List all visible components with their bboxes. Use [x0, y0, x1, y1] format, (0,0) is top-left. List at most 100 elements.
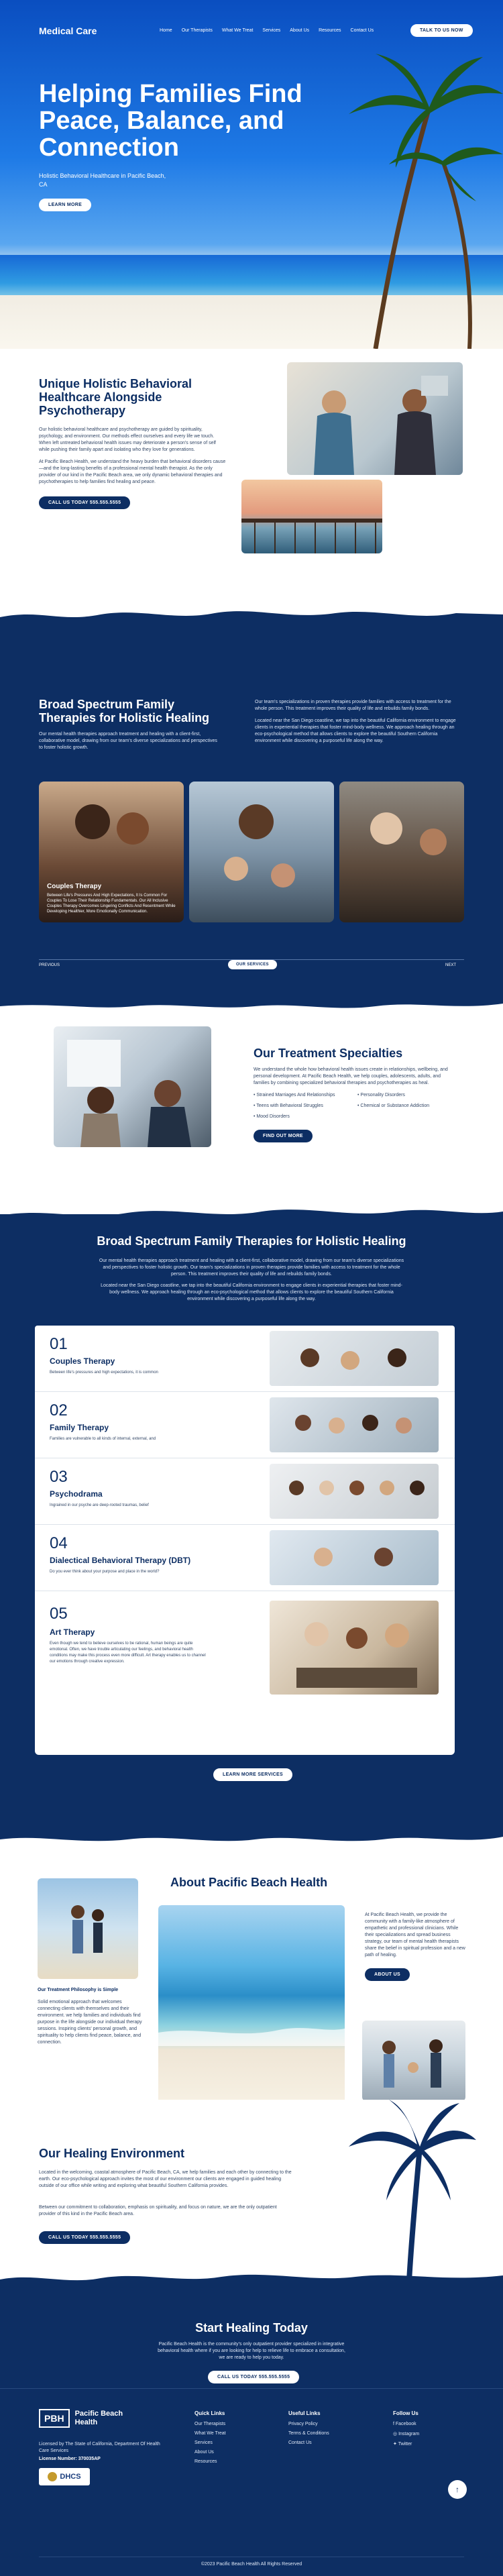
service-card-senior[interactable] [339, 782, 464, 922]
start-title-a: Start Healing [195, 2321, 270, 2334]
counseling-illustration [67, 1040, 191, 1147]
therapy-name: Family Therapy [50, 1423, 109, 1432]
spectrum-paragraph-left: Our mental health therapies approach tre… [39, 732, 217, 750]
therapies-title: Broad Spectrum Family Therapies for Holi… [0, 1234, 503, 1248]
footer-link[interactable]: Contact Us [288, 2440, 329, 2445]
about-pb-title: About Pacific Beach Health [170, 1876, 327, 1889]
therapy-name: Couples Therapy [50, 1356, 115, 1366]
about-pb-paragraph: At Pacific Beach Health, we provide the … [365, 1913, 465, 1957]
therapy-name: Psychodrama [50, 1489, 103, 1499]
specialty-item: • Chemical or Substance Addiction [357, 1104, 430, 1108]
specialties-title-a: Our Treatment [254, 1046, 337, 1060]
dhcs-text: DHCS [60, 2473, 81, 2481]
pier-photo [241, 480, 382, 553]
therapies-paragraph-2: Located near the San Diego coastline, we… [101, 1283, 402, 1301]
couples-session-illustration [300, 1348, 406, 1370]
footer-link[interactable]: Services [194, 2440, 226, 2445]
therapy-number: 03 [50, 1468, 68, 1486]
start-paragraph: Pacific Beach Health is the community's … [158, 2342, 345, 2360]
next-button[interactable]: NEXT [445, 963, 456, 967]
spectrum-paragraph-right-2: Located near the San Diego coastline, we… [255, 718, 456, 743]
beach-shore-illustration [158, 2028, 345, 2046]
healing-paragraph-1: Located in the welcoming, coastal atmosp… [39, 2170, 292, 2188]
footer-link[interactable]: Our Therapists [194, 2422, 226, 2426]
hero-title-line1: Helping Families Find [39, 80, 302, 108]
call-us-button[interactable]: CALL US TODAY 555.555.5555 [39, 496, 131, 509]
start-healing-section: Start Healing Today Pacific Beach Health… [0, 2274, 503, 2388]
service-card-family[interactable] [189, 782, 334, 922]
footer-quick-links: Quick Links Our Therapists What We Treat… [194, 2410, 226, 2469]
therapy-item-psychodrama[interactable]: 03 Psychodrama Ingrained in our psyche a… [35, 1458, 455, 1524]
learn-more-button[interactable]: LEARN MORE [39, 199, 92, 211]
spectrum-title-b: Therapies for Holistic Healing [39, 711, 210, 724]
footer-link[interactable]: Terms & Conditions [288, 2431, 329, 2436]
about-us-button[interactable]: ABOUT US [365, 1968, 410, 1981]
brand-logo[interactable]: Medical Care [39, 25, 97, 36]
scroll-top-button[interactable]: ↑ [448, 2480, 467, 2499]
family-session-illustration [295, 1415, 412, 1434]
previous-button[interactable]: PREVIOUS [39, 963, 60, 967]
palm-silhouette-icon [349, 2100, 476, 2281]
nav-item-what-we-treat[interactable]: What We Treat [222, 28, 254, 33]
instagram-icon: ◎ [393, 2432, 399, 2436]
instagram-link[interactable]: ◎ Instagram [393, 2431, 419, 2436]
our-services-button[interactable]: OUR SERVICES [228, 960, 277, 969]
spectrum-title-a: Broad Spectrum Family [39, 698, 175, 711]
parents-child-illustration [382, 2039, 443, 2088]
footer-link[interactable]: What We Treat [194, 2431, 226, 2436]
hero-title: Helping Families Find Peace, Balance, an… [39, 80, 327, 161]
spectrum-paragraph-right-1: Our team's specializations in proven the… [255, 700, 451, 711]
therapy-desc: Even though we tend to believe ourselves… [50, 1642, 206, 1664]
quick-links-title: Quick Links [194, 2410, 225, 2416]
specialty-item: • Teens with Behavioral Struggles [254, 1104, 323, 1108]
therapies-paragraph-1: Our mental health therapies approach tre… [99, 1258, 404, 1277]
family-beach-illustration [71, 1905, 104, 1953]
nav-item-therapists[interactable]: Our Therapists [182, 28, 213, 33]
therapy-item-couples[interactable]: 01 Couples Therapy Between life's pressu… [35, 1326, 455, 1391]
footer-useful-links: Useful Links Privacy Policy Terms & Cond… [288, 2410, 329, 2450]
therapy-number: 02 [50, 1401, 68, 1419]
nav-item-home[interactable]: Home [160, 28, 172, 33]
specialties-list: • Strained Marriages And Relationships •… [254, 1092, 455, 1120]
parents-child-photo [362, 2021, 465, 2101]
footer-logo[interactable]: PBH Pacific Beach Health [39, 2409, 129, 2428]
copyright: ©2023 Pacific Beach Health All Rights Re… [201, 2562, 302, 2567]
about-pb-right-block: At Pacific Beach Health, we provide the … [365, 1912, 465, 1981]
therapy-session-photo [287, 362, 463, 475]
service-card-couples[interactable]: Couples Therapy Between Life's Pressures… [39, 782, 184, 922]
arrow-up-icon: ↑ [455, 2485, 459, 2494]
therapy-item-art[interactable]: 05 Art Therapy Even though we tend to be… [35, 1591, 455, 1699]
therapy-item-family[interactable]: 02 Family Therapy Families are vulnerabl… [35, 1392, 455, 1458]
nav-item-resources[interactable]: Resources [319, 28, 341, 33]
specialty-item: • Personality Disorders [357, 1093, 405, 1097]
wave-divider-top [0, 611, 503, 628]
service-card-title: Couples Therapy [47, 883, 102, 890]
healing-section: Our Healing Environment Located in the w… [0, 2100, 503, 2281]
twitter-link[interactable]: ✦ Twitter [393, 2441, 419, 2447]
wave-divider-about [0, 1830, 503, 1841]
philosophy-paragraph: Solid emotional approach that welcomes c… [38, 2000, 142, 2045]
nav-item-services[interactable]: Services [262, 28, 280, 33]
footer-link[interactable]: About Us [194, 2450, 226, 2455]
specialty-item: • Strained Marriages And Relationships [254, 1093, 335, 1097]
therapies-title-b: Therapies for Holistic Healing [235, 1234, 406, 1248]
talk-to-us-button[interactable]: TALK TO US NOW [410, 24, 473, 37]
nav-item-about[interactable]: About Us [290, 28, 309, 33]
learn-more-services-button[interactable]: LEARN MORE SERVICES [213, 1768, 292, 1781]
start-call-button[interactable]: CALL US TODAY 555.555.5555 [208, 2371, 300, 2383]
healing-title-b: Environment [111, 2147, 185, 2160]
therapy-photo [270, 1397, 439, 1452]
footer-link[interactable]: Privacy Policy [288, 2422, 329, 2426]
therapy-item-dbt[interactable]: 04 Dialectical Behavioral Therapy (DBT) … [35, 1525, 455, 1591]
find-out-more-button[interactable]: FIND OUT MORE [254, 1130, 313, 1142]
healing-title-a: Our Healing [39, 2147, 108, 2160]
about-pb-title-b: Beach Health [251, 1876, 328, 1889]
wave-divider-start [0, 2274, 503, 2290]
unique-title-a: Unique Holistic Behavioral [39, 377, 192, 390]
healing-call-button[interactable]: CALL US TODAY 555.555.5555 [39, 2231, 131, 2244]
family-beach-photo [38, 1878, 138, 1979]
facebook-link[interactable]: f Facebook [393, 2422, 419, 2426]
therapy-desc: Between life's pressures and high expect… [50, 1371, 158, 1375]
footer-link[interactable]: Resources [194, 2459, 226, 2464]
nav-item-contact[interactable]: Contact Us [351, 28, 374, 33]
